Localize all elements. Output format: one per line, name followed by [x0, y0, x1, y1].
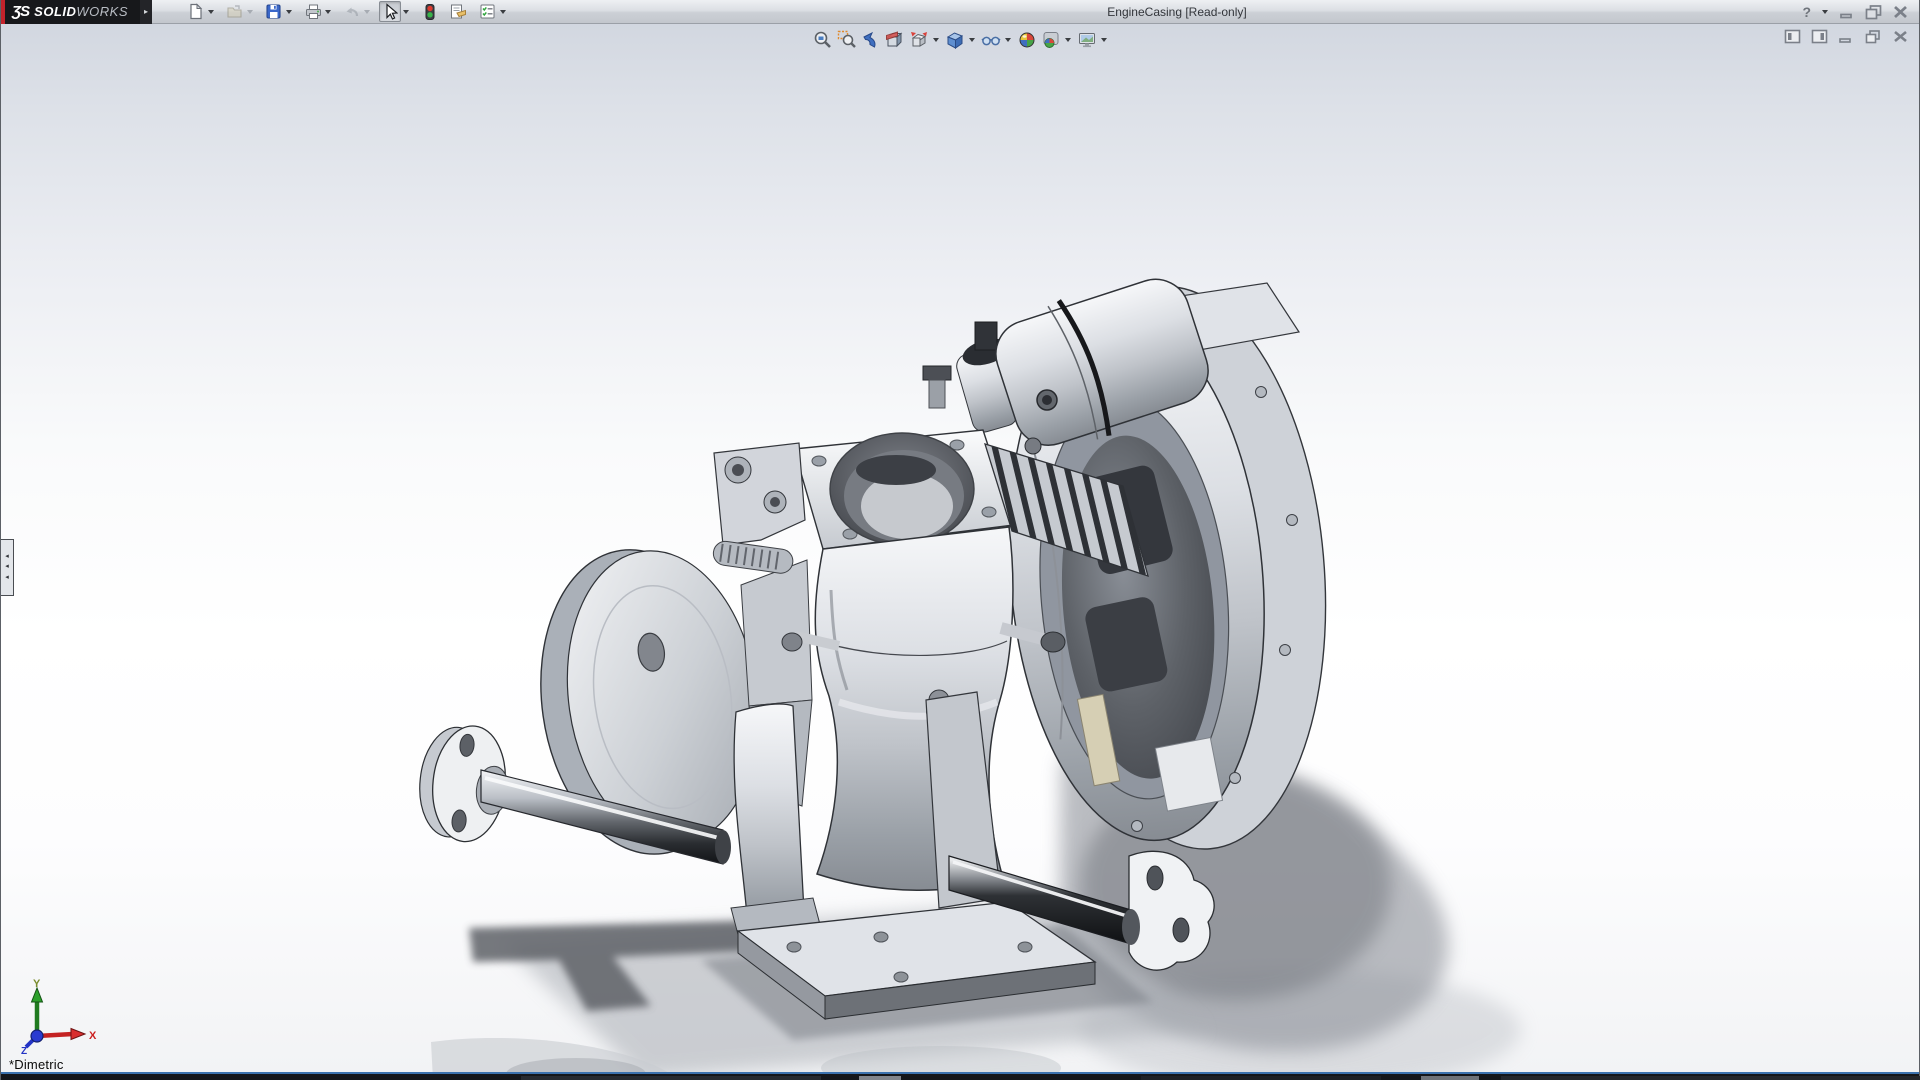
select-cursor-icon[interactable]	[379, 1, 401, 22]
print-icon[interactable]	[301, 1, 323, 22]
zoom-to-area-icon[interactable]	[835, 28, 859, 52]
new-document-icon[interactable]	[184, 1, 206, 22]
options-checklist-icon[interactable]	[476, 1, 498, 22]
print-dropdown[interactable]	[325, 10, 331, 14]
view-settings-icon[interactable]	[1075, 28, 1099, 52]
headsup-view-toolbar	[811, 28, 1109, 52]
new-dropdown[interactable]	[208, 10, 214, 14]
options-dropdown[interactable]	[500, 10, 506, 14]
save-dropdown[interactable]	[286, 10, 292, 14]
open-folder-icon[interactable]	[223, 1, 245, 22]
display-style-icon[interactable]	[943, 28, 967, 52]
engine-casing-3d-model	[1, 0, 1920, 1080]
document-window-controls	[1784, 29, 1909, 44]
apply-scene-dropdown[interactable]	[1065, 38, 1071, 42]
triad-y-label: Y	[33, 978, 41, 990]
brand-text: SOLIDWORKS	[34, 4, 136, 19]
pane-right-icon[interactable]	[1811, 29, 1828, 44]
restore-icon[interactable]	[1864, 4, 1883, 20]
window-controls: ?	[1802, 0, 1909, 24]
collapse-arrow-icon: ◂	[5, 552, 9, 563]
previous-view-icon[interactable]	[859, 28, 883, 52]
hide-show-items-dropdown[interactable]	[1005, 38, 1011, 42]
save-icon[interactable]	[262, 1, 284, 22]
collapse-arrow-icon: ◂	[5, 573, 9, 584]
view-orientation-label: *Dimetric	[9, 1057, 64, 1072]
open-dropdown[interactable]	[247, 10, 253, 14]
orientation-triad: Y X Z	[21, 978, 105, 1054]
view-orientation-icon[interactable]	[907, 28, 931, 52]
main-toolbar	[184, 0, 515, 24]
undo-dropdown[interactable]	[364, 10, 370, 14]
edit-appearance-icon[interactable]	[1015, 28, 1039, 52]
pane-left-icon[interactable]	[1784, 29, 1801, 44]
collapse-arrow-icon: ◂	[5, 562, 9, 573]
model-engine-mount-bracket	[712, 443, 805, 575]
view-settings-dropdown[interactable]	[1101, 38, 1107, 42]
solidworks-mark-icon: ƷS	[5, 3, 34, 20]
minimize-icon[interactable]	[1839, 4, 1855, 20]
rebuild-traffic-light-icon[interactable]	[418, 1, 440, 22]
viewport-canvas[interactable]: ◂ ◂ ◂ Y X Z *Dimetric	[1, 24, 1919, 1072]
solidworks-logo[interactable]: ƷS SOLIDWORKS	[1, 0, 140, 24]
select-dropdown[interactable]	[403, 10, 409, 14]
close-icon[interactable]	[1892, 4, 1909, 20]
menu-flyout-arrow-icon[interactable]: ▸	[140, 0, 152, 24]
undo-icon[interactable]	[340, 1, 362, 22]
view-orientation-dropdown[interactable]	[933, 38, 939, 42]
zoom-to-fit-icon[interactable]	[811, 28, 835, 52]
status-strip	[1, 1072, 1919, 1080]
triad-z-label: Z	[21, 1046, 27, 1054]
doc-minimize-icon[interactable]	[1838, 29, 1854, 44]
hide-show-items-icon[interactable]	[979, 28, 1003, 52]
title-bar: ƷS SOLIDWORKS ▸	[1, 0, 1919, 24]
feature-tree-collapse-tab[interactable]: ◂ ◂ ◂	[1, 539, 14, 596]
apply-scene-icon[interactable]	[1039, 28, 1063, 52]
doc-close-icon[interactable]	[1892, 29, 1909, 44]
section-view-icon[interactable]	[883, 28, 907, 52]
help-icon[interactable]: ?	[1802, 4, 1811, 20]
solidworks-window: ◂ ◂ ◂ Y X Z *Dimetric ƷS SOLIDWORKS ▸	[0, 0, 1920, 1080]
triad-x-label: X	[89, 1030, 97, 1042]
window-title: EngineCasing [Read-only]	[1107, 0, 1246, 24]
file-properties-icon[interactable]	[447, 1, 469, 22]
doc-restore-icon[interactable]	[1864, 29, 1882, 44]
help-dropdown[interactable]	[1822, 10, 1828, 14]
display-style-dropdown[interactable]	[969, 38, 975, 42]
